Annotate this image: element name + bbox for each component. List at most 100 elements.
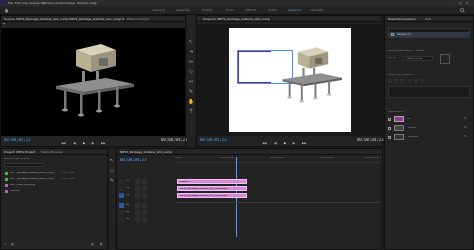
play-icon[interactable]: ▶ bbox=[284, 142, 286, 145]
timeline-timecode[interactable]: 00;00;04;23 bbox=[120, 158, 147, 162]
menu-window[interactable]: Window bbox=[77, 2, 89, 5]
align-bottom-icon[interactable] bbox=[420, 79, 424, 83]
clip-graphic[interactable]: Graphic bbox=[177, 179, 247, 184]
list-item[interactable]: Title 01 bbox=[4, 189, 106, 194]
hand-tool-icon[interactable]: ✋ bbox=[188, 99, 194, 105]
align-middle-icon[interactable] bbox=[414, 79, 418, 83]
tab-program[interactable]: Program: MP72_Package_Gobline_v02_comp bbox=[203, 18, 353, 21]
align-top-icon[interactable] bbox=[408, 79, 412, 83]
step-back-frame-icon[interactable]: ◀| bbox=[274, 142, 277, 145]
stroke-color-swatch[interactable] bbox=[394, 125, 404, 131]
step-back-icon[interactable]: ◀◀ bbox=[262, 142, 267, 145]
menu-help[interactable]: Help bbox=[90, 2, 97, 5]
menu-markers[interactable]: Markers bbox=[42, 2, 54, 5]
workspace-libraries[interactable]: Libraries bbox=[310, 9, 323, 12]
mute-icon[interactable] bbox=[135, 217, 140, 222]
sync-lock-icon[interactable] bbox=[135, 179, 140, 184]
tab-project[interactable]: Project: MP7s Project bbox=[4, 151, 35, 154]
workspace-graphics[interactable]: Graphics bbox=[288, 9, 301, 12]
layer-row-selected[interactable]: Shape 01 bbox=[389, 32, 469, 37]
trash-icon[interactable]: 🗑 bbox=[99, 243, 103, 246]
source-timecode-current[interactable]: 00;00;04;23 bbox=[4, 138, 31, 142]
selection-tool-icon[interactable]: ↖ bbox=[188, 39, 194, 45]
timeline-ruler[interactable]: 00;00 00;00;02;00 00;00;04;00 00;00;06;0… bbox=[175, 157, 380, 163]
step-forward-frame-icon[interactable]: |▶ bbox=[91, 142, 94, 145]
solo-icon[interactable] bbox=[142, 210, 147, 215]
pin-anchor-grid[interactable] bbox=[440, 54, 450, 64]
workspace-color[interactable]: Color bbox=[226, 9, 234, 12]
workspace-editing[interactable]: Editing bbox=[202, 9, 212, 12]
step-forward-icon[interactable]: ▶▶ bbox=[101, 142, 106, 145]
list-item[interactable]: MP7_Logo_v02.png bbox=[4, 183, 106, 188]
step-back-frame-icon[interactable]: ◀| bbox=[73, 142, 76, 145]
lock-icon[interactable] bbox=[119, 186, 124, 191]
slip-tool-icon[interactable]: ↔ bbox=[188, 79, 194, 85]
lock-icon[interactable] bbox=[119, 217, 124, 222]
icon-view-icon[interactable]: ▦ bbox=[11, 243, 14, 246]
eye-icon[interactable] bbox=[142, 186, 147, 191]
eyedropper-icon[interactable]: ✎ bbox=[464, 126, 467, 129]
maximize-icon[interactable]: □ bbox=[459, 2, 462, 5]
source-patch-v1[interactable] bbox=[119, 193, 124, 198]
razor-tool-icon[interactable]: ◇ bbox=[109, 168, 115, 174]
clip-v1[interactable]: MP72_Package_Gobline_v01_comp.mp4 bbox=[177, 193, 247, 198]
source-video-frame[interactable] bbox=[1, 28, 185, 136]
align-left-icon[interactable] bbox=[388, 79, 392, 83]
tab-media-browser[interactable]: Media Browser bbox=[41, 151, 63, 154]
list-view-icon[interactable]: ☰ bbox=[4, 243, 7, 246]
tab-effect-controls[interactable]: Effect Controls bbox=[127, 18, 149, 21]
workspace-learning[interactable]: Learning bbox=[152, 9, 165, 12]
menu-clip[interactable]: Clip bbox=[22, 2, 28, 5]
pen-tool-icon[interactable]: ✎ bbox=[109, 178, 115, 184]
selection-tool-icon[interactable]: ↖ bbox=[109, 158, 115, 164]
sync-lock-icon[interactable] bbox=[135, 193, 140, 198]
step-forward-frame-icon[interactable]: |▶ bbox=[292, 142, 295, 145]
lock-icon[interactable] bbox=[119, 179, 124, 184]
step-forward-icon[interactable]: ▶▶ bbox=[302, 142, 307, 145]
ripple-edit-tool-icon[interactable]: ⇔ bbox=[188, 59, 194, 65]
eye-icon[interactable] bbox=[142, 179, 147, 184]
shadow-color-swatch[interactable] bbox=[394, 134, 404, 140]
razor-tool-icon[interactable]: ◇ bbox=[188, 69, 194, 75]
track-select-tool-icon[interactable]: ⇥ bbox=[188, 49, 194, 55]
sync-lock-icon[interactable] bbox=[135, 186, 140, 191]
minimize-icon[interactable]: – bbox=[452, 2, 454, 5]
tab-sequence[interactable]: MP72_Package_Gobline_v02_comp bbox=[120, 151, 172, 154]
workspace-assembly[interactable]: Assembly bbox=[176, 9, 190, 12]
eye-icon[interactable] bbox=[391, 33, 394, 36]
solo-icon[interactable] bbox=[142, 217, 147, 222]
transform-fields[interactable] bbox=[388, 86, 470, 98]
step-back-icon[interactable]: ◀◀ bbox=[61, 142, 66, 145]
program-video-frame[interactable] bbox=[229, 28, 351, 132]
lock-icon[interactable] bbox=[119, 210, 124, 215]
mute-icon[interactable] bbox=[135, 203, 140, 208]
project-search-input[interactable] bbox=[4, 163, 44, 167]
align-right-icon[interactable] bbox=[400, 79, 404, 83]
menu-view[interactable]: View bbox=[68, 2, 75, 5]
list-item[interactable]: MP7_Package_Gobline_v02_comp 29.97 fps bbox=[4, 177, 106, 182]
workspace-effects[interactable]: Effects bbox=[246, 9, 256, 12]
solo-icon[interactable] bbox=[142, 203, 147, 208]
search-icon[interactable] bbox=[460, 8, 465, 13]
menu-graphics[interactable]: Graphics bbox=[55, 2, 68, 5]
stroke-checkbox[interactable] bbox=[388, 127, 391, 130]
clip-v2[interactable]: MP72_Package_Gobline_v02_comp.mp4 bbox=[177, 186, 247, 191]
mute-icon[interactable] bbox=[135, 210, 140, 215]
tab-essential-graphics[interactable]: Essential Graphics bbox=[388, 18, 416, 21]
close-icon[interactable]: ✕ bbox=[466, 2, 469, 5]
new-item-icon[interactable]: ▣ bbox=[91, 243, 94, 246]
menu-file[interactable]: File bbox=[8, 2, 13, 5]
eye-icon[interactable] bbox=[142, 193, 147, 198]
source-patch-a1[interactable] bbox=[119, 203, 124, 208]
tab-edit[interactable]: Edit bbox=[425, 18, 431, 21]
play-icon[interactable]: ▶ bbox=[83, 142, 85, 145]
shadow-checkbox[interactable] bbox=[388, 136, 391, 139]
fill-checkbox[interactable] bbox=[388, 118, 391, 121]
workspace-audio[interactable]: Audio bbox=[268, 9, 277, 12]
eyedropper-icon[interactable]: ✎ bbox=[464, 117, 467, 120]
pen-tool-icon[interactable]: ✎ bbox=[188, 89, 194, 95]
list-item[interactable]: MP7_Package_Gobline_v01_comp 29.97 fps bbox=[4, 171, 106, 176]
program-timecode-current[interactable]: 00;00;04;23 bbox=[200, 138, 227, 142]
menu-edit[interactable]: Edit bbox=[15, 2, 21, 5]
fill-color-swatch[interactable] bbox=[394, 116, 404, 122]
